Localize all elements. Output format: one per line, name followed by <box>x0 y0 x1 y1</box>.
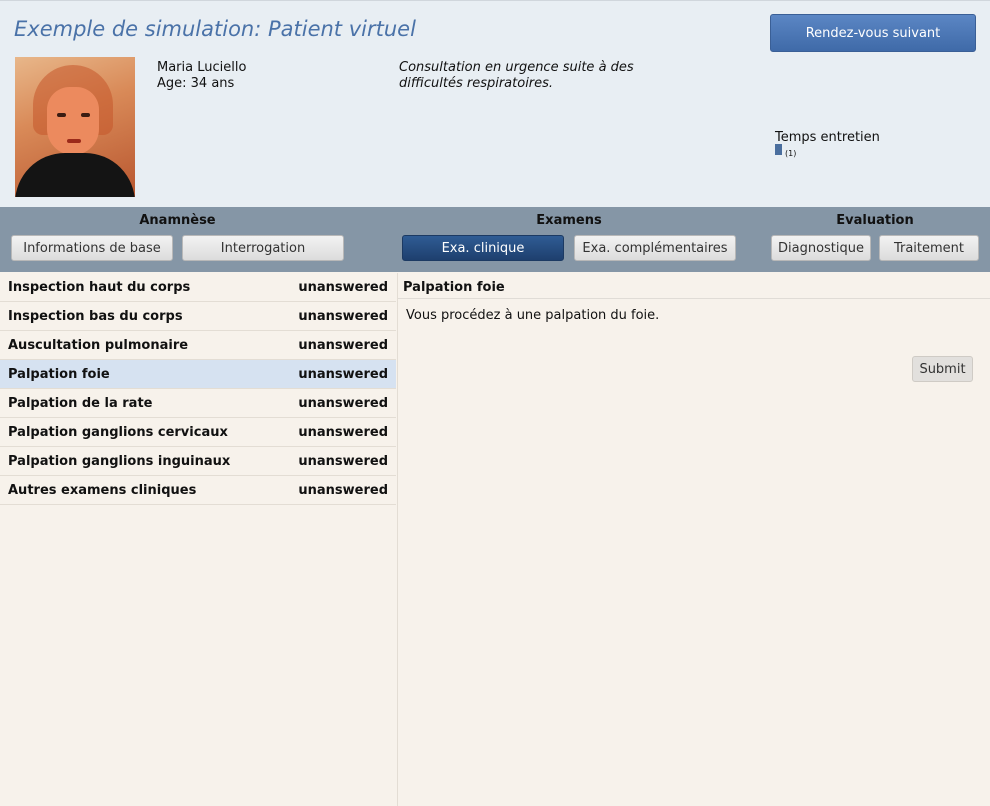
question-status: unanswered <box>298 366 388 382</box>
photo-face <box>47 87 99 155</box>
next-appointment-button[interactable]: Rendez-vous suivant <box>770 14 976 52</box>
question-status: unanswered <box>298 424 388 440</box>
consultation-reason: Consultation en urgence suite à des diff… <box>399 60 634 91</box>
tab-diagnostique[interactable]: Diagnostique <box>771 235 871 261</box>
patient-photo <box>15 57 135 197</box>
question-status: unanswered <box>298 337 388 353</box>
question-row[interactable]: Palpation ganglions inguinaux unanswered <box>0 447 396 476</box>
question-row[interactable]: Inspection haut du corps unanswered <box>0 273 396 302</box>
question-status: unanswered <box>298 453 388 469</box>
photo-mouth <box>67 139 81 143</box>
question-status: unanswered <box>298 308 388 324</box>
group-label-examens: Examens <box>536 213 602 228</box>
question-status: unanswered <box>298 395 388 411</box>
interview-time-count: (1) <box>785 149 797 158</box>
detail-text: Vous procédez à une palpation du foie. <box>406 308 660 323</box>
patient-age: Age: 34 ans <box>157 76 235 91</box>
question-label: Inspection bas du corps <box>8 308 183 324</box>
patient-header: Exemple de simulation: Patient virtuel R… <box>0 0 990 207</box>
question-label: Palpation ganglions inguinaux <box>8 453 231 469</box>
exam-question-list: Inspection haut du corps unanswered Insp… <box>0 273 396 505</box>
question-row[interactable]: Auscultation pulmonaire unanswered <box>0 331 396 360</box>
tab-interrogation[interactable]: Interrogation <box>182 235 344 261</box>
group-label-anamnese: Anamnèse <box>139 213 216 228</box>
question-row[interactable]: Autres examens cliniques unanswered <box>0 476 396 505</box>
submit-button[interactable]: Submit <box>912 356 973 382</box>
tab-exa-complementaires[interactable]: Exa. complémentaires <box>574 235 736 261</box>
question-row[interactable]: Palpation ganglions cervicaux unanswered <box>0 418 396 447</box>
group-label-evaluation: Evaluation <box>836 213 914 228</box>
page-title: Exemple de simulation: Patient virtuel <box>14 17 416 41</box>
exam-detail-panel: Palpation foie Vous procédez à une palpa… <box>397 273 990 806</box>
question-row[interactable]: Inspection bas du corps unanswered <box>0 302 396 331</box>
question-label: Inspection haut du corps <box>8 279 191 295</box>
question-status: unanswered <box>298 482 388 498</box>
question-label: Autres examens cliniques <box>8 482 197 498</box>
detail-title: Palpation foie <box>398 273 990 299</box>
question-label: Auscultation pulmonaire <box>8 337 189 353</box>
interview-time-label: Temps entretien <box>775 130 880 145</box>
question-status: unanswered <box>298 279 388 295</box>
photo-body <box>15 153 135 197</box>
question-label: Palpation de la rate <box>8 395 153 411</box>
photo-eye-left <box>57 113 66 117</box>
question-row[interactable]: Palpation de la rate unanswered <box>0 389 396 418</box>
tab-exa-clinique[interactable]: Exa. clinique <box>402 235 564 261</box>
question-row-selected[interactable]: Palpation foie unanswered <box>0 360 396 389</box>
section-tabbar: Anamnèse Informations de base Interrogat… <box>0 207 990 272</box>
photo-eye-right <box>81 113 90 117</box>
question-label: Palpation foie <box>8 366 110 382</box>
interview-time-bar <box>775 144 782 155</box>
tab-traitement[interactable]: Traitement <box>879 235 979 261</box>
question-label: Palpation ganglions cervicaux <box>8 424 228 440</box>
patient-name: Maria Luciello <box>157 60 247 75</box>
tab-informations-de-base[interactable]: Informations de base <box>11 235 173 261</box>
